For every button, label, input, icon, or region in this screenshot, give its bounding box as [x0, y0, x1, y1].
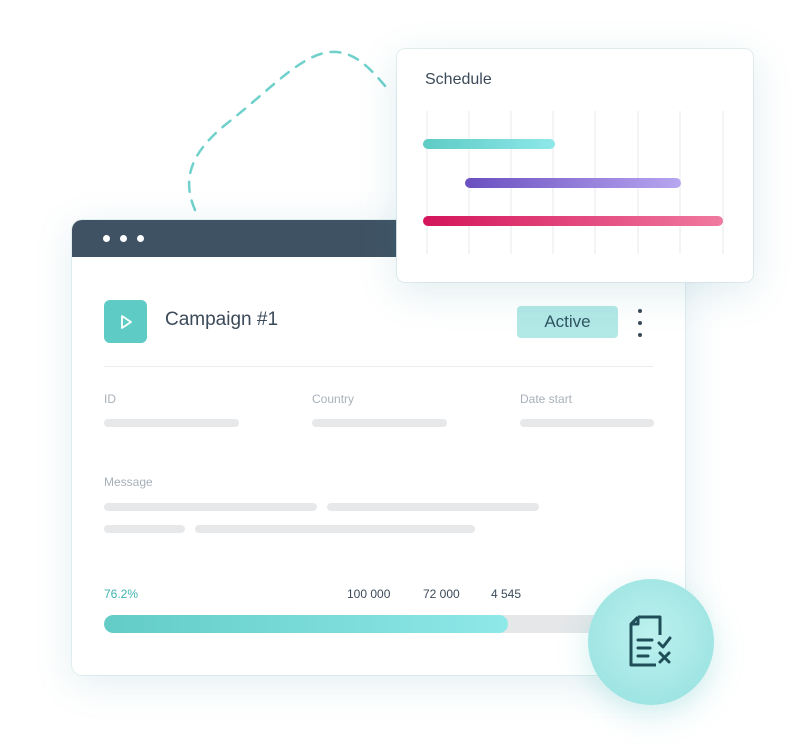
window-control-dot[interactable]	[103, 235, 110, 242]
status-badge[interactable]: Active	[517, 306, 618, 338]
more-options-button[interactable]	[632, 309, 648, 337]
progress-fill	[104, 615, 508, 633]
window-control-dot[interactable]	[120, 235, 127, 242]
field-label-country: Country	[312, 392, 355, 406]
stat-total: 100 000	[347, 587, 391, 601]
field-label-message: Message	[104, 475, 153, 489]
campaign-title: Campaign #1	[165, 309, 279, 330]
message-placeholder-line	[327, 503, 539, 511]
campaign-window: Campaign #1 Active ID Country Date start…	[72, 220, 685, 675]
divider	[104, 366, 653, 367]
stat-failed: 4 545	[491, 587, 522, 601]
progress-bar	[104, 615, 634, 633]
schedule-card: Schedule	[397, 49, 753, 282]
field-value-placeholder	[312, 419, 447, 427]
play-icon	[120, 314, 132, 329]
field-value-placeholder	[104, 419, 239, 427]
schedule-bar[interactable]	[423, 216, 723, 226]
message-placeholder-line	[195, 525, 475, 533]
progress-percent: 76.2%	[104, 587, 139, 601]
more-vertical-icon	[638, 309, 642, 313]
field-label-date-start: Date start	[520, 392, 573, 406]
message-placeholder-line	[104, 525, 185, 533]
schedule-gantt	[423, 111, 724, 254]
message-placeholder-line	[104, 503, 317, 511]
schedule-bar[interactable]	[423, 139, 555, 149]
document-review-button[interactable]	[588, 579, 714, 705]
document-check-icon	[629, 615, 672, 667]
play-button[interactable]	[104, 300, 147, 343]
field-value-placeholder	[520, 419, 654, 427]
window-control-dot[interactable]	[137, 235, 144, 242]
campaign-header: Campaign #1 Active	[104, 300, 654, 344]
stat-sent: 72 000	[423, 587, 460, 601]
field-label-id: ID	[104, 392, 116, 406]
schedule-bar[interactable]	[465, 178, 681, 188]
